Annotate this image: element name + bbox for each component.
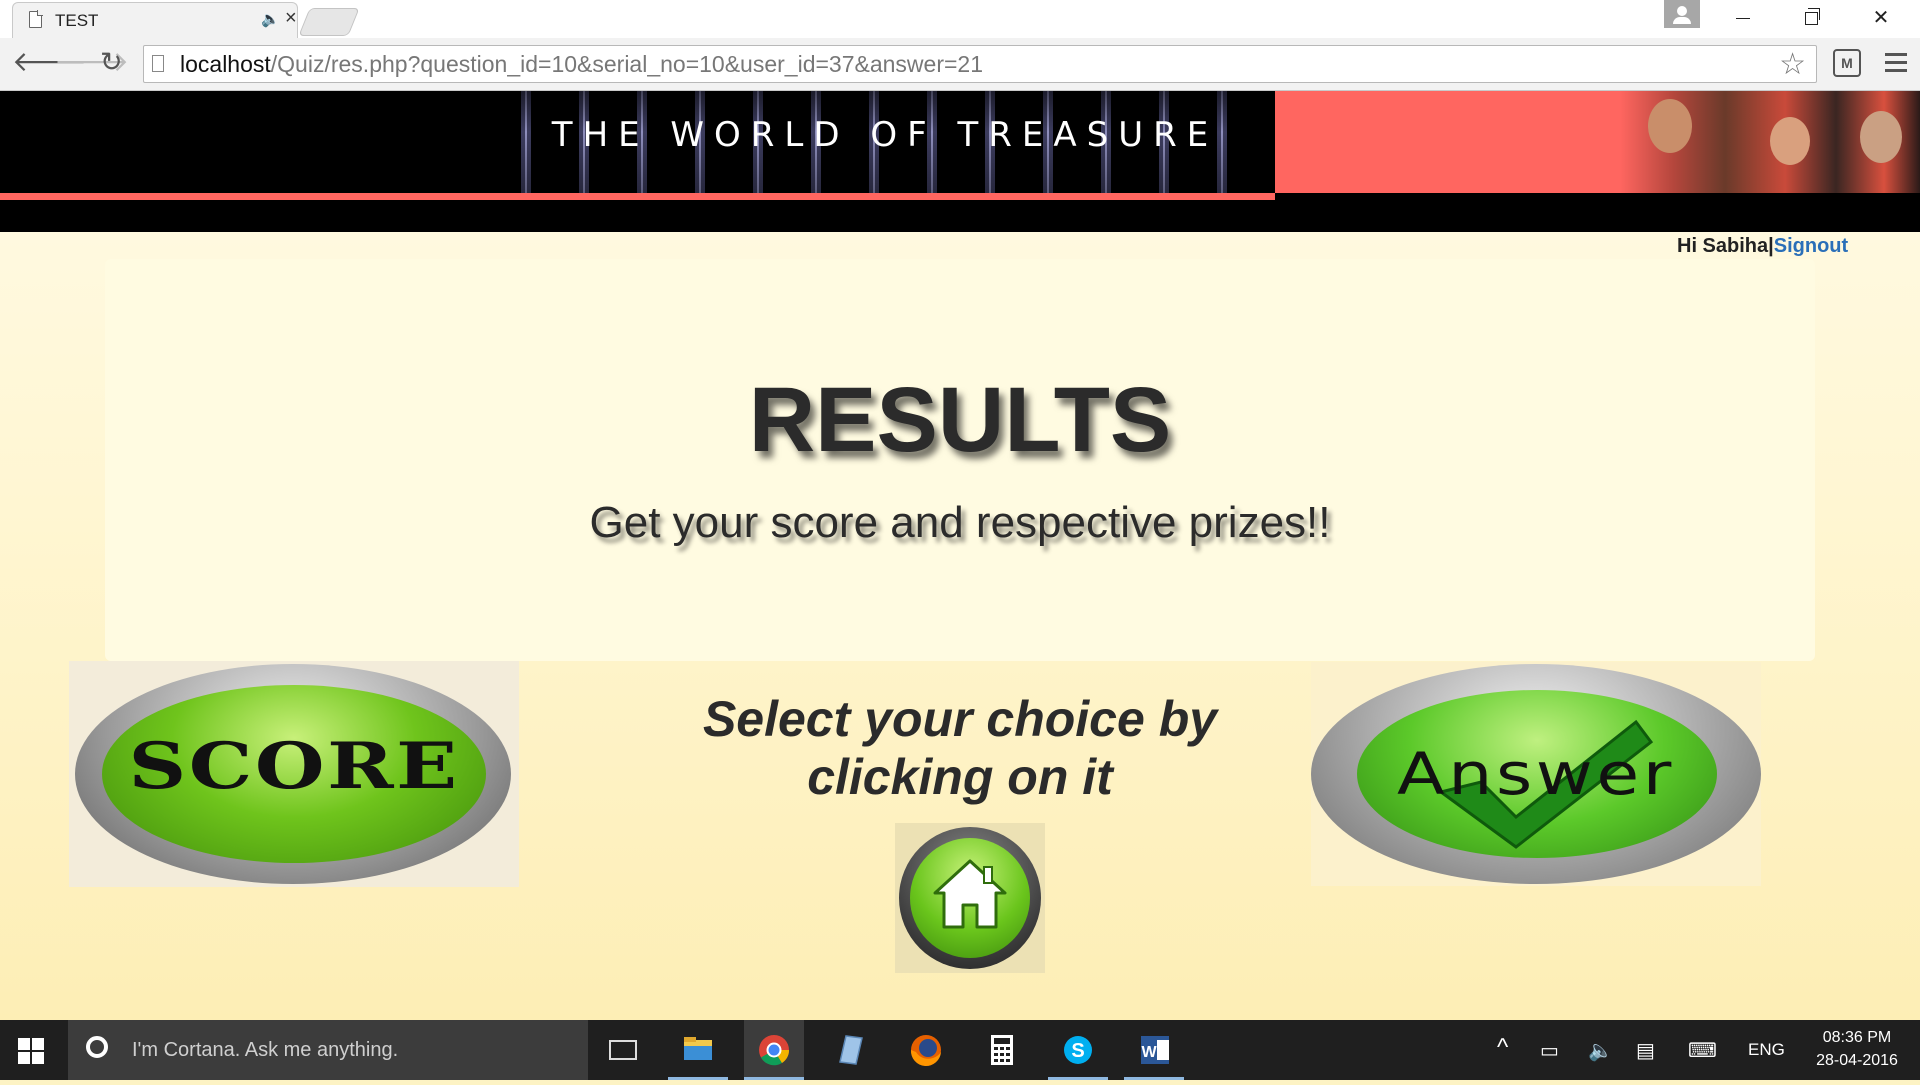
new-tab-button[interactable] bbox=[298, 8, 360, 36]
tab-close-icon[interactable]: × bbox=[285, 7, 297, 30]
page-icon bbox=[152, 55, 164, 72]
tab-test[interactable]: TEST 🔈 × bbox=[12, 2, 298, 38]
chrome-icon[interactable] bbox=[744, 1020, 804, 1080]
banner-title: THE WORLD OF TREASURE bbox=[551, 115, 1219, 155]
url-text[interactable]: localhost/Quiz/res.php?question_id=10&se… bbox=[180, 51, 983, 78]
tray-chevron-icon[interactable]: ^ bbox=[1497, 1034, 1508, 1062]
menu-icon[interactable] bbox=[1885, 53, 1907, 77]
cortana-search-box[interactable]: I'm Cortana. Ask me anything. bbox=[68, 1020, 588, 1080]
score-label: SCORE bbox=[128, 729, 460, 804]
windows-start-icon[interactable] bbox=[18, 1038, 44, 1064]
home-button[interactable] bbox=[895, 823, 1045, 973]
page-icon bbox=[29, 10, 43, 28]
banner-accent-line bbox=[0, 193, 1275, 200]
clock-time[interactable]: 08:36 PM bbox=[1812, 1029, 1902, 1047]
volume-icon[interactable]: 🔈 bbox=[1588, 1038, 1613, 1063]
battery-icon[interactable]: ▭ bbox=[1540, 1038, 1559, 1063]
cortana-icon bbox=[86, 1036, 108, 1058]
answer-label: Answer bbox=[1397, 740, 1675, 808]
banner-photo bbox=[1620, 91, 1920, 193]
tab-strip: TEST 🔈 × ✕ bbox=[0, 0, 1920, 38]
choice-instruction: Select your choice by clicking on it bbox=[702, 691, 1218, 805]
notepad-icon[interactable] bbox=[820, 1020, 880, 1080]
tab-title: TEST bbox=[55, 11, 99, 30]
bookmark-star-icon[interactable]: ☆ bbox=[1779, 47, 1806, 82]
minimize-button[interactable] bbox=[1720, 4, 1766, 32]
svg-text:S: S bbox=[1071, 1040, 1084, 1062]
firefox-icon[interactable] bbox=[896, 1020, 956, 1080]
answer-button[interactable]: Answer bbox=[1311, 662, 1761, 886]
svg-text:W: W bbox=[1141, 1044, 1157, 1061]
results-subtitle: Get your score and respective prizes!! bbox=[589, 498, 1331, 547]
user-greeting: Hi Sabiha|Signout bbox=[1677, 235, 1849, 257]
skype-icon[interactable]: S bbox=[1048, 1020, 1108, 1080]
house-icon bbox=[933, 859, 1007, 929]
score-button[interactable]: SCORE bbox=[69, 661, 519, 887]
cortana-placeholder: I'm Cortana. Ask me anything. bbox=[132, 1039, 399, 1061]
clock-date[interactable]: 28-04-2016 bbox=[1812, 1052, 1902, 1070]
window-close-button[interactable]: ✕ bbox=[1858, 4, 1904, 32]
action-center-icon[interactable]: ▤ bbox=[1636, 1038, 1655, 1063]
restore-button[interactable] bbox=[1788, 4, 1834, 32]
taskbar: I'm Cortana. Ask me anything. S W ^ ▭ 🔈 … bbox=[0, 1020, 1920, 1080]
file-explorer-icon[interactable] bbox=[668, 1020, 728, 1080]
word-icon[interactable]: W bbox=[1124, 1020, 1184, 1080]
language-indicator[interactable]: ENG bbox=[1748, 1040, 1785, 1060]
keyboard-icon[interactable]: ⌨ bbox=[1688, 1038, 1717, 1063]
signout-link[interactable]: Signout bbox=[1774, 235, 1848, 257]
browser-toolbar: 🡐 🡒 ↻ localhost/Quiz/res.php?question_id… bbox=[0, 38, 1920, 91]
site-banner: THE WORLD OF TREASURE bbox=[0, 91, 1920, 232]
profile-icon[interactable] bbox=[1664, 0, 1700, 28]
results-title: RESULTS bbox=[748, 369, 1172, 471]
address-bar[interactable]: localhost/Quiz/res.php?question_id=10&se… bbox=[143, 45, 1817, 83]
reload-icon[interactable]: ↻ bbox=[100, 48, 123, 76]
speaker-icon[interactable]: 🔈 bbox=[261, 10, 280, 28]
task-view-icon[interactable] bbox=[609, 1040, 637, 1060]
extension-icon[interactable]: M bbox=[1833, 49, 1861, 77]
calculator-icon[interactable] bbox=[972, 1020, 1032, 1080]
